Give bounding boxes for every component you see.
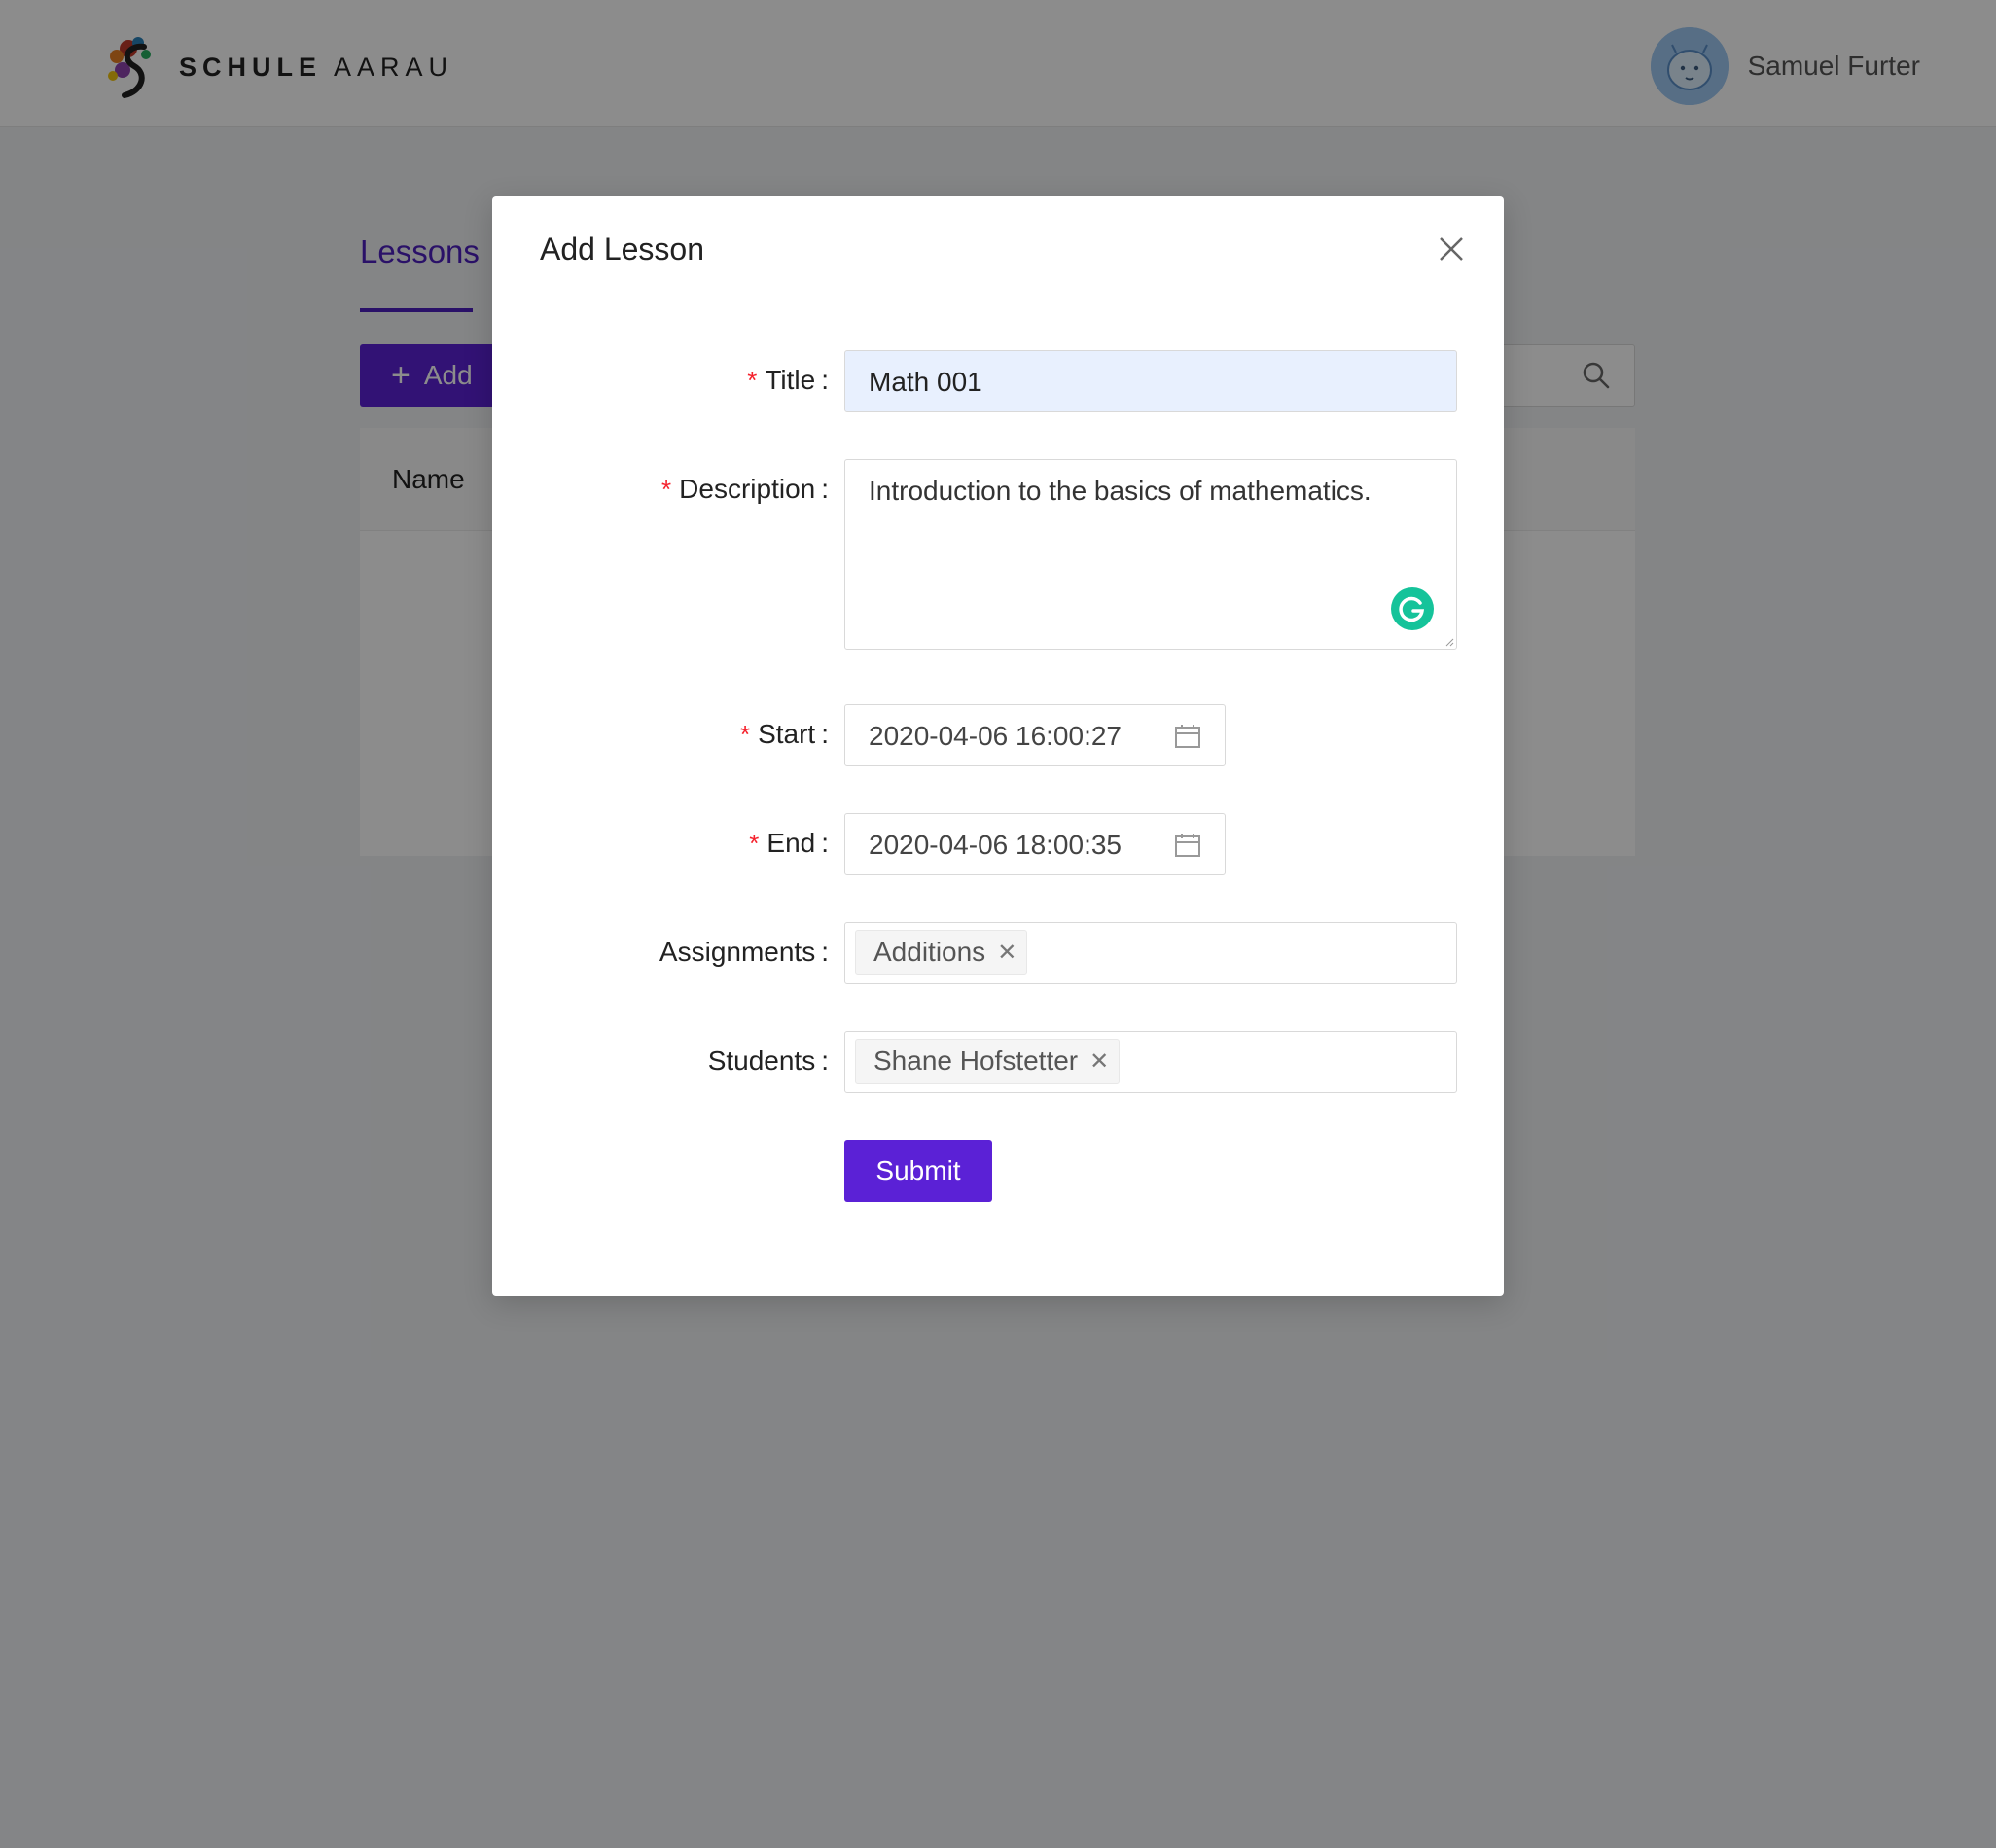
- student-tag-label: Shane Hofstetter: [873, 1046, 1079, 1076]
- add-lesson-dialog: Add Lesson * Title: Math 001 * Description…: [492, 196, 1504, 1296]
- dialog-title: Add Lesson: [540, 231, 705, 267]
- submit-button[interactable]: Submit: [844, 1140, 992, 1202]
- description-value: Introduction to the basics of mathematic…: [869, 476, 1372, 506]
- close-icon[interactable]: [1438, 235, 1465, 263]
- resize-handle-icon[interactable]: [1444, 637, 1454, 647]
- assignment-tag-label: Additions: [873, 937, 986, 967]
- end-value: 2020-04-06 18:00:35: [869, 830, 1122, 860]
- dialog-header: Add Lesson: [492, 196, 1504, 302]
- assignments-label: Assignments:: [659, 937, 829, 967]
- grammarly-icon[interactable]: [1390, 586, 1435, 631]
- title-input-value: Math 001: [869, 367, 982, 397]
- assignment-tag: Additions ✕: [855, 930, 1028, 975]
- description-label: * Description:: [661, 474, 829, 504]
- title-input[interactable]: Math 001: [844, 350, 1457, 412]
- calendar-icon[interactable]: [1174, 832, 1201, 859]
- required-mark: *: [749, 829, 760, 858]
- start-datetime-picker[interactable]: 2020-04-06 16:00:27: [844, 704, 1226, 766]
- required-mark: *: [739, 720, 751, 749]
- required-mark: *: [661, 475, 672, 504]
- required-mark: *: [747, 366, 758, 395]
- remove-tag-icon[interactable]: ✕: [1089, 1048, 1109, 1076]
- start-value: 2020-04-06 16:00:27: [869, 721, 1122, 751]
- student-tag: Shane Hofstetter ✕: [855, 1039, 1121, 1084]
- assignments-multiselect[interactable]: Additions ✕: [844, 922, 1457, 984]
- start-label: * Start:: [739, 719, 829, 749]
- students-label: Students:: [707, 1046, 829, 1076]
- end-label: * End:: [749, 828, 829, 858]
- description-textarea[interactable]: Introduction to the basics of mathematic…: [844, 459, 1457, 650]
- title-label: * Title:: [747, 365, 829, 395]
- end-datetime-picker[interactable]: 2020-04-06 18:00:35: [844, 813, 1226, 875]
- remove-tag-icon[interactable]: ✕: [997, 939, 1016, 967]
- students-multiselect[interactable]: Shane Hofstetter ✕: [844, 1031, 1457, 1093]
- calendar-icon[interactable]: [1174, 723, 1201, 750]
